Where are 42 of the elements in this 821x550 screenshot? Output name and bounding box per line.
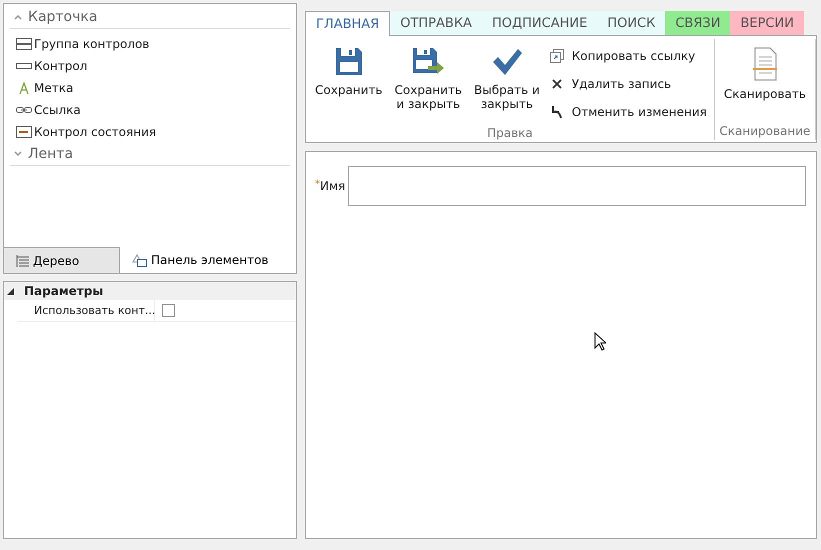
undo-arrow-icon: [550, 105, 564, 119]
property-name: Использовать конт...: [17, 300, 155, 321]
shapes-icon: [132, 253, 148, 267]
ribbon-button[interactable]: Копировать ссылку: [546, 42, 710, 70]
input-field[interactable]: [348, 166, 806, 206]
group-label: Сканирование: [718, 124, 811, 140]
cursor-icon: [594, 332, 606, 351]
ribbon-button[interactable]: Сканировать: [718, 39, 811, 124]
ribbon-button[interactable]: Удалить запись: [546, 70, 710, 98]
checkmark-icon: [490, 47, 523, 77]
ribbon-button[interactable]: Выбрать и закрыть: [469, 39, 545, 126]
palette-item[interactable]: Группа контролов: [10, 33, 290, 55]
field-label: *Имя: [315, 179, 346, 193]
tab[interactable]: Дерево: [4, 247, 120, 273]
close-icon: [550, 77, 564, 91]
ribbon-tab[interactable]: ПОИСК: [597, 11, 666, 35]
chevron-down-icon: [14, 151, 22, 157]
checkbox[interactable]: [162, 304, 175, 317]
palette-item[interactable]: Контрол состояния: [10, 121, 290, 143]
ribbon-button[interactable]: Сохранить и закрыть: [390, 39, 467, 126]
copy-link-icon: [550, 49, 564, 63]
ribbon-button[interactable]: Отменить изменения: [546, 98, 710, 126]
section-header[interactable]: Лента: [10, 143, 290, 166]
ribbon-tab[interactable]: ОТПРАВКА: [390, 11, 482, 35]
link-icon: [16, 104, 32, 116]
ribbon-tab[interactable]: ПОДПИСАНИЕ: [482, 11, 598, 35]
palette-item[interactable]: Ссылка: [10, 99, 290, 121]
palette-item[interactable]: Метка: [10, 77, 290, 99]
ribbon-tab[interactable]: СВЯЗИ: [665, 11, 730, 35]
category-label: Параметры: [24, 284, 104, 298]
ribbon-tab[interactable]: ГЛАВНАЯ: [305, 11, 390, 36]
ribbon-button[interactable]: Сохранить: [310, 39, 388, 126]
group-label: Правка: [486, 126, 534, 140]
panel-icon: [16, 126, 32, 138]
chevron-up-icon: [14, 14, 22, 20]
section-header[interactable]: Карточка: [10, 6, 290, 29]
palette-item[interactable]: Контрол: [10, 55, 290, 77]
rows-icon: [16, 38, 32, 50]
tree-icon: [16, 254, 30, 268]
floppy-disk-arrow-icon: [411, 47, 446, 77]
ribbon-tab[interactable]: ВЕРСИИ: [730, 11, 804, 35]
rectangle-icon: [16, 60, 32, 72]
